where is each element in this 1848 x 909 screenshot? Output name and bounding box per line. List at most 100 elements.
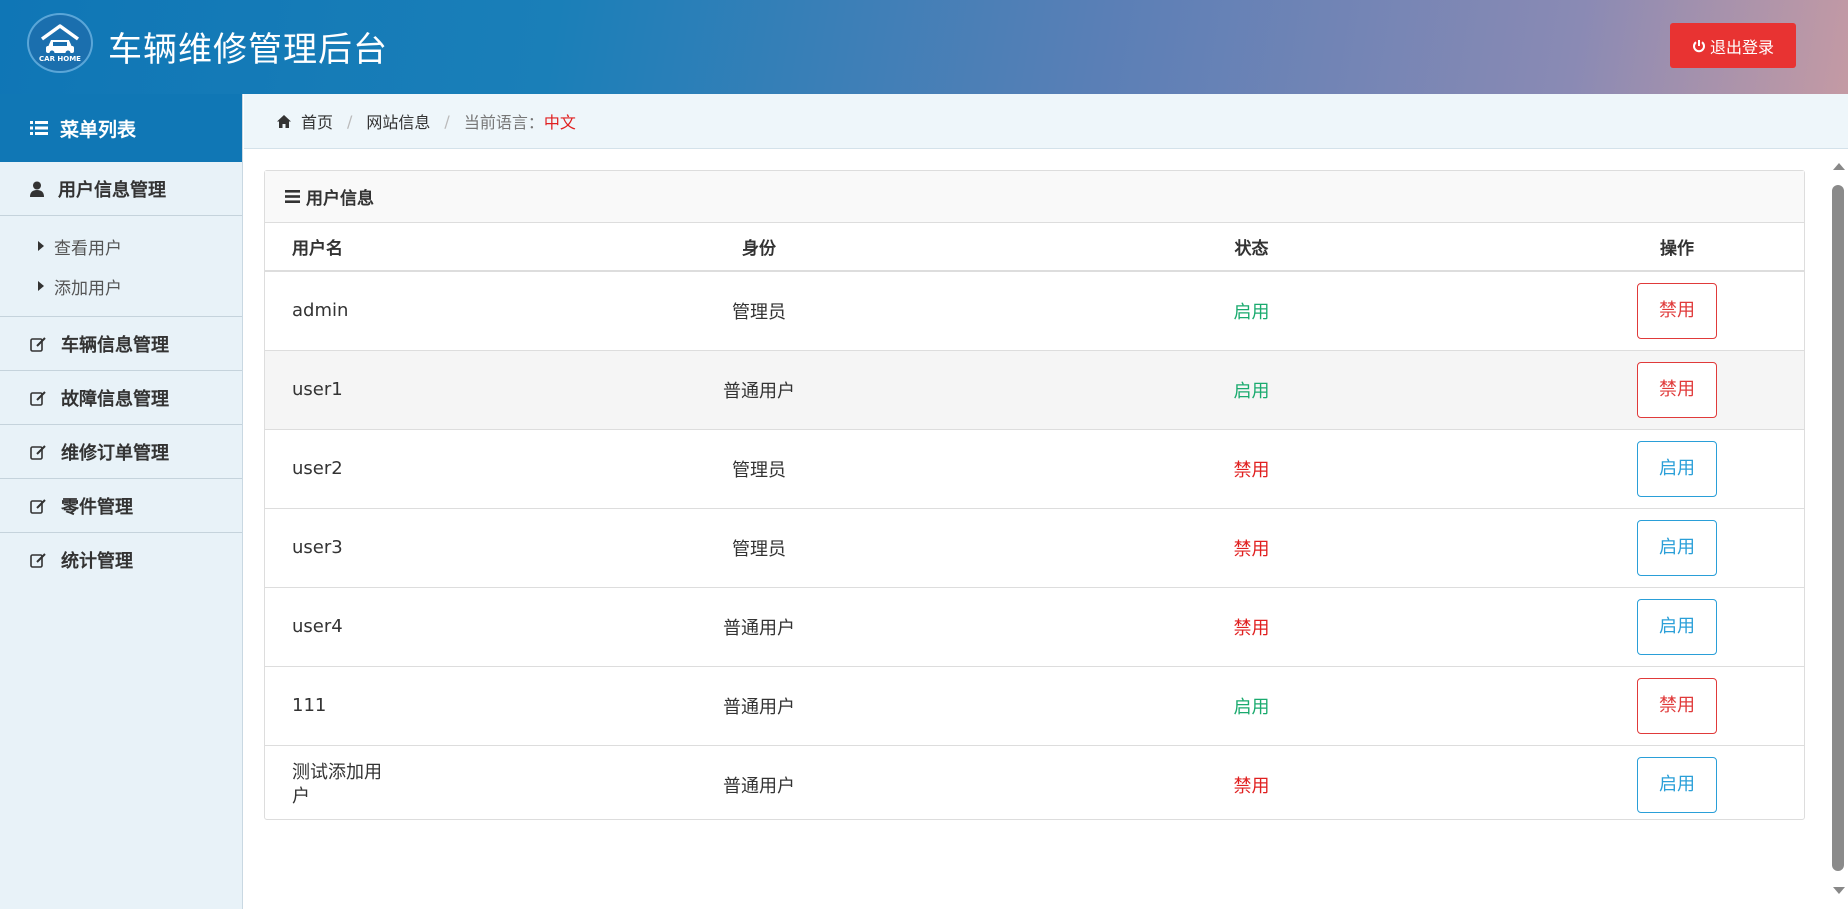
disable-button[interactable]: 禁用 (1637, 282, 1717, 339)
enable-button[interactable]: 启用 (1637, 519, 1717, 576)
cell-role: 普通用户 (565, 586, 953, 666)
table-row: user1 普通用户 启用 禁用 (265, 349, 1804, 429)
cell-action: 禁用 (1550, 270, 1804, 350)
sidebar-subitem-label: 查看用户 (54, 238, 122, 259)
sidebar-item-label: 车辆信息管理 (61, 334, 169, 356)
sidebar-subitem-add-user[interactable]: 添加用户 (0, 266, 242, 306)
cell-username: user1 (265, 349, 565, 429)
scroll-down-arrow-icon[interactable] (1833, 887, 1845, 894)
top-header: CAR HOME 车辆维修管理后台 退出登录 (0, 0, 1848, 94)
vertical-scrollbar[interactable] (1828, 155, 1848, 909)
cell-action: 禁用 (1550, 665, 1804, 745)
cell-action: 启用 (1550, 428, 1804, 508)
enable-button[interactable]: 启用 (1637, 440, 1717, 497)
menu-group-faults: 故障信息管理 (0, 371, 242, 425)
menu-group-users: 用户信息管理 查看用户 添加用户 (0, 162, 242, 317)
cell-status: 禁用 (953, 744, 1550, 824)
car-house-icon (40, 24, 80, 56)
cell-status: 禁用 (953, 507, 1550, 587)
cell-action: 启用 (1550, 744, 1804, 824)
column-header-username: 用户名 (265, 223, 565, 272)
cell-status: 启用 (953, 270, 1550, 350)
sidebar-item-statistics-management[interactable]: 统计管理 (0, 533, 242, 586)
sidebar-subitem-view-users[interactable]: 查看用户 (0, 226, 242, 266)
user-icon (30, 181, 44, 197)
user-info-panel: 用户信息 用户名 身份 状态 操作 admin 管理员 启用 禁用 user1 … (264, 170, 1805, 824)
sidebar: 菜单列表 用户信息管理 查看用户 添加用户 车辆信息管理 故障信息管理 维修订单… (0, 94, 243, 909)
bars-icon (285, 190, 300, 203)
edit-icon (30, 552, 46, 568)
cell-status: 禁用 (953, 586, 1550, 666)
sidebar-item-label: 故障信息管理 (61, 388, 169, 410)
table-row: admin 管理员 启用 禁用 (265, 270, 1804, 350)
disable-button[interactable]: 禁用 (1637, 677, 1717, 734)
sidebar-item-fault-management[interactable]: 故障信息管理 (0, 371, 242, 424)
cell-role: 普通用户 (565, 349, 953, 429)
disable-button[interactable]: 禁用 (1637, 361, 1717, 418)
table-row: user3 管理员 禁用 启用 (265, 507, 1804, 587)
caret-right-icon (38, 241, 44, 251)
sidebar-item-user-management[interactable]: 用户信息管理 (0, 162, 242, 215)
edit-icon (30, 498, 46, 514)
caret-right-icon (38, 281, 44, 291)
app-title: 车辆维修管理后台 (108, 30, 388, 70)
cell-role: 管理员 (565, 270, 953, 350)
cell-status: 启用 (953, 349, 1550, 429)
sidebar-item-label: 统计管理 (61, 550, 133, 572)
breadcrumb-site-info[interactable]: 网站信息 (366, 109, 430, 133)
cell-username: user2 (265, 428, 565, 508)
menu-group-vehicles: 车辆信息管理 (0, 317, 242, 371)
cell-status: 禁用 (953, 428, 1550, 508)
cell-status: 启用 (953, 665, 1550, 745)
table-row: 测试添加用户 普通用户 禁用 启用 (265, 744, 1804, 824)
cell-username: user3 (265, 507, 565, 587)
enable-button[interactable]: 启用 (1637, 598, 1717, 655)
sidebar-item-repair-order-management[interactable]: 维修订单管理 (0, 425, 242, 478)
car-home-logo: CAR HOME (27, 13, 93, 73)
cell-username: user4 (265, 586, 565, 666)
breadcrumb-separator: / (444, 111, 450, 131)
enable-button[interactable]: 启用 (1637, 756, 1717, 813)
sidebar-subitem-label: 添加用户 (54, 278, 122, 299)
scrollbar-thumb[interactable] (1832, 185, 1844, 871)
sidebar-item-parts-management[interactable]: 零件管理 (0, 479, 242, 532)
table-row: user4 普通用户 禁用 启用 (265, 586, 1804, 666)
list-icon (30, 121, 48, 135)
scroll-up-arrow-icon[interactable] (1833, 163, 1845, 170)
current-language-label: 当前语言： (463, 113, 544, 132)
breadcrumb-home[interactable]: 首页 (301, 109, 333, 133)
panel-title: 用户信息 (306, 189, 374, 209)
edit-icon (30, 390, 46, 406)
power-icon (1693, 39, 1705, 52)
menu-group-parts: 零件管理 (0, 479, 242, 533)
column-header-action: 操作 (1550, 223, 1804, 272)
cell-role: 管理员 (565, 428, 953, 508)
logout-button[interactable]: 退出登录 (1670, 23, 1796, 68)
sidebar-item-label: 维修订单管理 (61, 442, 169, 464)
edit-icon (30, 336, 46, 352)
submenu-users: 查看用户 添加用户 (0, 215, 242, 316)
cell-role: 普通用户 (565, 665, 953, 745)
edit-icon (30, 444, 46, 460)
sidebar-header: 菜单列表 (0, 94, 242, 162)
cell-username: admin (265, 270, 565, 350)
sidebar-item-label: 零件管理 (61, 496, 133, 518)
cell-username-text: 测试添加用户 (292, 761, 382, 807)
column-header-status: 状态 (953, 223, 1550, 272)
user-table: 用户名 身份 状态 操作 admin 管理员 启用 禁用 user1 普通用户 … (265, 223, 1804, 824)
cell-action: 禁用 (1550, 349, 1804, 429)
current-language-value: 中文 (543, 113, 576, 132)
table-header-row: 用户名 身份 状态 操作 (265, 223, 1804, 272)
sidebar-item-vehicle-management[interactable]: 车辆信息管理 (0, 317, 242, 370)
table-row: user2 管理员 禁用 启用 (265, 428, 1804, 508)
column-header-role: 身份 (565, 223, 953, 272)
breadcrumb-separator: / (347, 111, 353, 131)
cell-action: 启用 (1550, 507, 1804, 587)
breadcrumb: 首页 / 网站信息 / 当前语言： 中文 (244, 94, 1848, 149)
logout-label: 退出登录 (1709, 37, 1774, 57)
menu-group-orders: 维修订单管理 (0, 425, 242, 479)
cell-username: 测试添加用户 (265, 744, 565, 824)
cell-role: 普通用户 (565, 744, 953, 824)
sidebar-item-label: 用户信息管理 (58, 179, 166, 201)
table-row: 111 普通用户 启用 禁用 (265, 665, 1804, 745)
